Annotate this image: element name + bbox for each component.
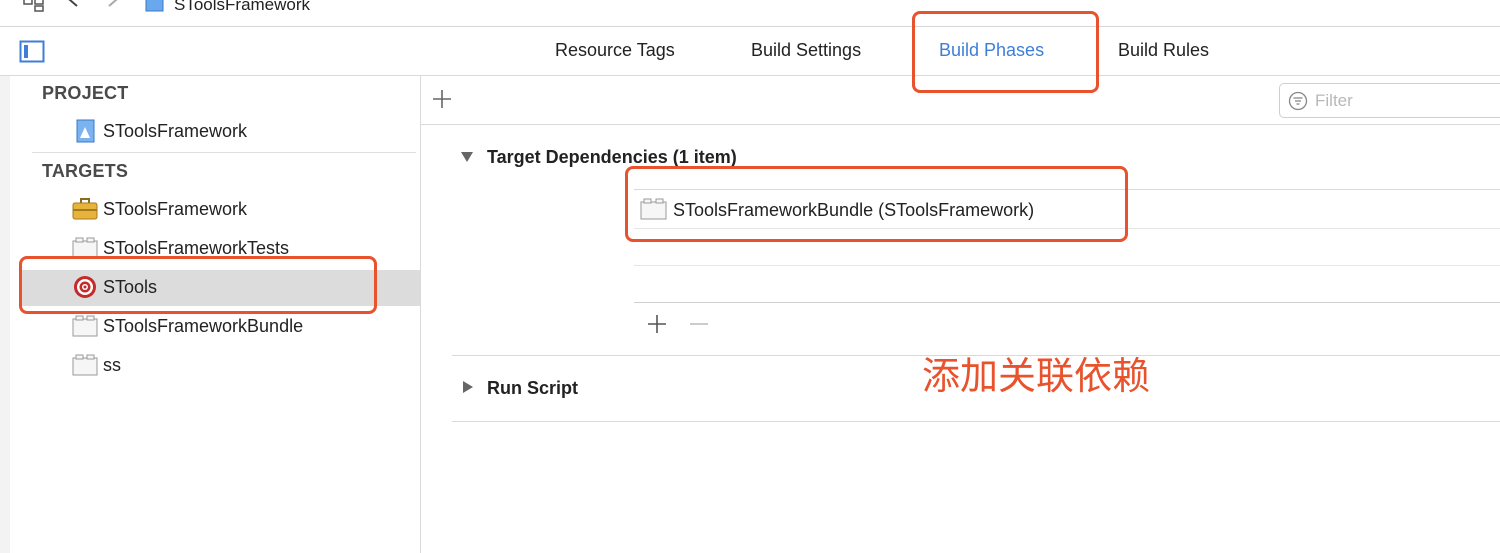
sidebar-item-target[interactable]: SToolsFrameworkBundle bbox=[22, 309, 420, 345]
sidebar-item-label: SToolsFramework bbox=[103, 121, 248, 141]
project-file-icon bbox=[72, 119, 98, 143]
navigator-toggle-icon[interactable] bbox=[19, 40, 45, 69]
tab-build-settings[interactable]: Build Settings bbox=[751, 40, 861, 61]
sidebar-divider bbox=[32, 152, 416, 153]
phase-divider bbox=[452, 421, 1500, 422]
sidebar-item-target[interactable]: SToolsFramework bbox=[22, 192, 420, 228]
editor-tab-bar: Resource Tags Build Settings Build Phase… bbox=[0, 27, 1500, 76]
toolbox-icon bbox=[72, 197, 98, 221]
filter-icon bbox=[1288, 91, 1308, 116]
bundle-icon bbox=[72, 353, 98, 377]
forward-arrow-icon[interactable] bbox=[106, 0, 120, 17]
sidebar-item-target[interactable]: ss bbox=[22, 348, 420, 384]
sidebar-item-label: SToolsFramework bbox=[103, 199, 248, 219]
project-section-title: PROJECT bbox=[42, 83, 129, 103]
disclosure-triangle-collapsed-icon[interactable] bbox=[463, 381, 473, 393]
related-items-icon[interactable] bbox=[22, 0, 46, 12]
sidebar-item-project[interactable]: SToolsFramework bbox=[22, 114, 420, 150]
bundle-icon bbox=[72, 314, 98, 338]
table-line bbox=[634, 265, 1500, 266]
table-line bbox=[634, 302, 1500, 303]
annotation-box-build-phases bbox=[912, 11, 1099, 93]
tab-build-rules[interactable]: Build Rules bbox=[1118, 40, 1209, 61]
add-dependency-button[interactable] bbox=[646, 313, 668, 340]
targets-section-title: TARGETS bbox=[42, 161, 129, 181]
remove-dependency-button[interactable] bbox=[688, 313, 710, 340]
sidebar-item-label: SToolsFrameworkBundle bbox=[103, 316, 304, 336]
tab-resource-tags[interactable]: Resource Tags bbox=[555, 40, 675, 61]
jump-bar: SToolsFramework bbox=[0, 0, 1500, 27]
back-arrow-icon[interactable] bbox=[66, 0, 80, 17]
sidebar-item-label: ss bbox=[103, 355, 121, 375]
filter-field[interactable]: Filter bbox=[1279, 83, 1500, 118]
phase-title-run-script[interactable]: Run Script bbox=[487, 378, 578, 399]
phase-title-target-dependencies[interactable]: Target Dependencies (1 item) bbox=[487, 147, 737, 168]
filter-placeholder: Filter bbox=[1315, 91, 1353, 110]
annotation-box-stools-target bbox=[19, 256, 377, 314]
annotation-box-dependency bbox=[625, 166, 1128, 242]
project-target-sidebar: PROJECT SToolsFramework TARGETS SToolsFr… bbox=[10, 76, 421, 553]
project-file-icon bbox=[145, 0, 165, 17]
disclosure-triangle-expanded-icon[interactable] bbox=[461, 152, 473, 162]
jump-bar-crumb[interactable]: SToolsFramework bbox=[174, 0, 310, 15]
add-phase-button[interactable] bbox=[431, 88, 453, 115]
annotation-text: 添加关联依赖 bbox=[922, 354, 1151, 398]
